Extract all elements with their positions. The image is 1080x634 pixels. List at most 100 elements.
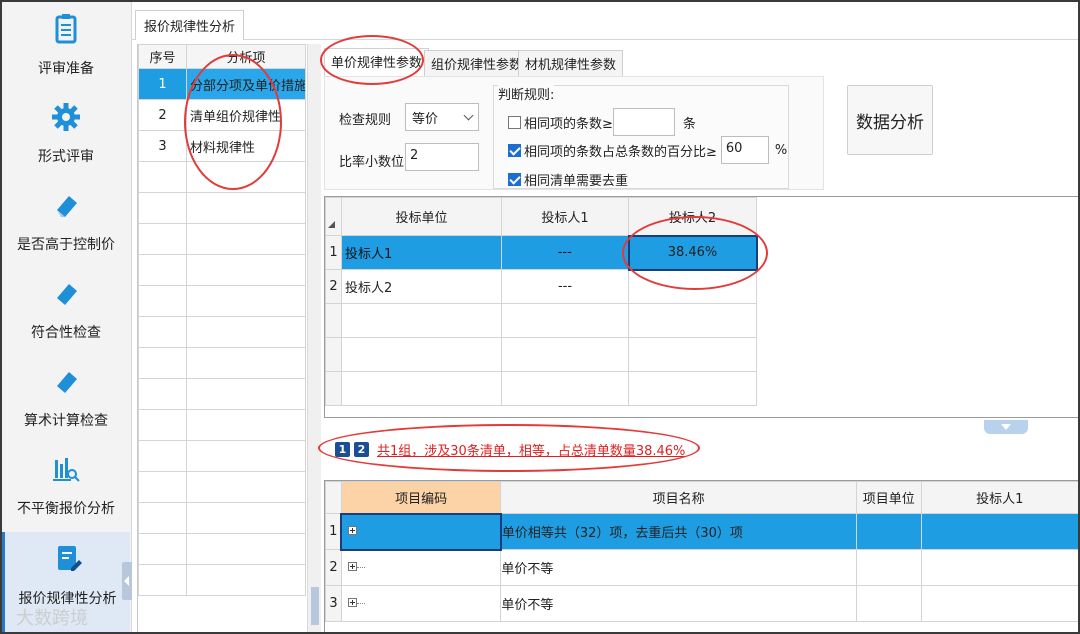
column-header-bidder-1[interactable]: 投标人1 xyxy=(920,481,1078,514)
grid-corner[interactable] xyxy=(325,197,342,236)
cell-item-code[interactable] xyxy=(340,549,502,586)
rule-percentage-checkbox[interactable] xyxy=(508,143,521,157)
cell-bid-unit[interactable]: 投标人1 xyxy=(341,235,502,270)
ratio-decimal-input[interactable]: 2 xyxy=(405,143,479,171)
column-header-item-unit[interactable]: 项目单位 xyxy=(855,481,922,514)
cell-item-name[interactable]: 单价不等 xyxy=(500,549,857,586)
sidebar-item-label: 形式评审 xyxy=(38,149,94,165)
watermark: 大数跨境 xyxy=(16,608,88,629)
tab-unit-price-params[interactable]: 单价规律性参数 xyxy=(324,48,430,76)
rule-min-count-input[interactable] xyxy=(612,108,675,136)
table-row xyxy=(138,533,306,565)
data-analysis-button[interactable]: 数据分析 xyxy=(847,85,933,155)
sidebar-item-conformity-check[interactable]: 符合性检查 xyxy=(2,266,130,352)
column-header-num[interactable]: 序号 xyxy=(138,44,187,69)
table-row xyxy=(325,303,757,338)
table-row xyxy=(138,347,306,379)
rule-min-count-unit: 条 xyxy=(682,116,696,132)
rule-dedupe-checkbox[interactable] xyxy=(508,173,521,186)
cell-item-name[interactable]: 单价相等共（32）项，去重后共（30）项 xyxy=(500,513,857,550)
cell-item-unit[interactable] xyxy=(855,585,922,622)
sidebar-item-label: 符合性检查 xyxy=(31,325,101,341)
table-row[interactable]: 2 单价不等 xyxy=(325,549,1078,586)
sidebar: 评审准备 形式评审 是否高于控制价 符合性检查 算术计算检查 不平衡报价分析 报… xyxy=(2,2,132,632)
cell-item-code[interactable] xyxy=(340,512,502,551)
splitter-collapse-handle[interactable] xyxy=(311,587,319,625)
main-tab-bar: 报价规律性分析 xyxy=(132,2,1078,40)
column-header-bidder-1[interactable]: 投标人1 xyxy=(501,197,629,236)
table-row[interactable]: 1 分部分项及单价措施规 xyxy=(138,68,306,100)
eraser-icon xyxy=(57,196,77,217)
rule-percentage-label: 相同项的条数占总条数的百分比≥ xyxy=(524,144,717,160)
table-row[interactable]: 2 清单组价规律性 xyxy=(138,99,306,131)
tab-bid-regularity[interactable]: 报价规律性分析 xyxy=(135,10,245,40)
sidebar-item-arithmetic-check[interactable]: 算术计算检查 xyxy=(2,354,130,440)
expand-icon[interactable] xyxy=(348,526,358,535)
cell-bidder-1[interactable]: --- xyxy=(501,235,629,270)
cell-item-code[interactable] xyxy=(340,585,502,622)
table-row xyxy=(138,502,306,534)
table-row xyxy=(138,409,306,441)
cell-bid-unit[interactable]: 投标人2 xyxy=(341,269,502,304)
column-header-name[interactable]: 分析项 xyxy=(186,44,306,69)
table-row xyxy=(138,564,306,596)
collapse-panel-button[interactable] xyxy=(984,420,1028,434)
expand-icon[interactable] xyxy=(347,598,357,607)
cell-item-name[interactable]: 单价不等 xyxy=(500,585,857,622)
rule-percentage[interactable]: 相同项的条数占总条数的百分比≥ 60 % xyxy=(508,136,787,164)
column-header-bid-unit[interactable]: 投标单位 xyxy=(341,197,502,236)
table-row xyxy=(138,161,306,193)
check-rule-label: 检查规则 xyxy=(339,113,392,128)
bidder-comparison-grid: 投标单位 投标人1 投标人2 1 投标人1 --- 38.46% 2 投标人2 … xyxy=(324,196,1078,418)
row-num: 1 xyxy=(325,513,342,550)
cell-bidder-1[interactable] xyxy=(920,549,1078,586)
sidebar-item-unbalanced-bid[interactable]: 不平衡报价分析 xyxy=(2,442,130,528)
row-num: 2 xyxy=(325,549,342,586)
table-row[interactable]: 1 单价相等共（32）项，去重后共（30）项 xyxy=(325,512,1078,551)
cell-bidder-1[interactable]: --- xyxy=(501,269,629,304)
table-row[interactable]: 3 单价不等 xyxy=(325,585,1078,622)
tab-composite-price-params[interactable]: 组价规律性参数 xyxy=(424,50,530,76)
page-button-1[interactable]: 1 xyxy=(335,442,350,457)
cell-item-unit[interactable] xyxy=(855,549,922,586)
rule-percentage-input[interactable]: 60 xyxy=(720,136,769,164)
document-edit-icon xyxy=(57,546,82,571)
table-row[interactable]: 1 投标人1 --- 38.46% xyxy=(325,234,758,271)
table-row xyxy=(138,471,306,503)
rule-dedupe-label: 相同清单需要去重 xyxy=(524,174,629,189)
cell-bidder-2[interactable] xyxy=(628,269,757,304)
sidebar-item-label: 评审准备 xyxy=(38,61,94,77)
table-row[interactable]: 2 投标人2 --- xyxy=(325,269,757,304)
grid-corner[interactable] xyxy=(325,481,342,514)
check-rule-select[interactable]: 等价 xyxy=(405,103,479,131)
page-button-2[interactable]: 2 xyxy=(354,442,369,457)
table-row xyxy=(138,440,306,472)
sidebar-item-label: 是否高于控制价 xyxy=(17,237,115,253)
cell-bidder-1[interactable] xyxy=(920,513,1078,550)
group-pager: 1 2 共1组，涉及30条清单，相等，占总清单数量38.46% xyxy=(335,440,685,459)
table-row xyxy=(325,371,757,406)
rule-dedupe[interactable]: 相同清单需要去重 xyxy=(508,170,628,189)
cell-bidder-1[interactable] xyxy=(920,585,1078,622)
panel-splitter[interactable] xyxy=(307,44,321,632)
rule-min-count[interactable]: 相同项的条数≥ 条 xyxy=(508,108,696,136)
item-detail-grid: 项目编码 项目名称 项目单位 投标人1 1 单价相等共（32）项，去重后共（30… xyxy=(324,480,1078,632)
column-header-item-code[interactable]: 项目编码 xyxy=(340,481,502,514)
table-row xyxy=(325,337,757,372)
tab-material-params[interactable]: 材机规律性参数 xyxy=(518,50,624,76)
sidebar-item-above-control-price[interactable]: 是否高于控制价 xyxy=(2,178,130,264)
cell-item-unit[interactable] xyxy=(855,513,922,550)
sidebar-item-formal-review[interactable]: 形式评审 xyxy=(2,90,130,176)
sidebar-collapse-handle[interactable] xyxy=(122,562,132,600)
rule-min-count-checkbox[interactable] xyxy=(508,115,521,129)
table-row[interactable]: 3 材料规律性 xyxy=(138,130,306,162)
column-header-bidder-2[interactable]: 投标人2 xyxy=(628,197,757,236)
cell-bidder-2[interactable]: 38.46% xyxy=(627,234,758,271)
bar-chart-search-icon xyxy=(53,458,80,482)
sidebar-item-label: 不平衡报价分析 xyxy=(17,501,115,517)
column-header-item-name[interactable]: 项目名称 xyxy=(500,481,857,514)
row-num: 3 xyxy=(138,130,187,162)
sidebar-item-review-prep[interactable]: 评审准备 xyxy=(2,2,130,88)
group-summary-link[interactable]: 共1组，涉及30条清单，相等，占总清单数量38.46% xyxy=(377,440,685,459)
expand-icon[interactable] xyxy=(347,562,357,572)
